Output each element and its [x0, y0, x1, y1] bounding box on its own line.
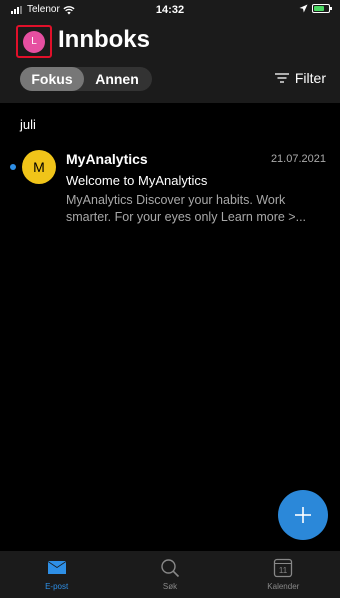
outlook-inbox-screen: Telenor 14:32 L Innboks Fokus Annen Filt… — [0, 0, 340, 598]
email-preview: MyAnalytics Discover your habits. Work s… — [66, 193, 307, 224]
sender-name: MyAnalytics — [66, 151, 148, 167]
tab-kalender[interactable]: 11 Kalender — [227, 551, 340, 598]
filter-label: Filter — [294, 70, 326, 86]
section-label-month: juli — [20, 117, 36, 132]
status-right — [299, 4, 332, 13]
tab-fokus[interactable]: Fokus — [20, 67, 84, 91]
email-date: 21.07.2021 — [270, 153, 326, 165]
inbox-segmented-control: Fokus Annen — [20, 67, 152, 91]
tab-annen[interactable]: Annen — [84, 67, 150, 91]
inbox-header: Telenor 14:32 L Innboks Fokus Annen Filt… — [0, 0, 340, 103]
bottom-tab-bar: E-post Søk 11 Kalender — [0, 551, 340, 598]
status-time: 14:32 — [155, 4, 185, 16]
tab-label-sok: Søk — [162, 582, 178, 591]
status-bar: Telenor 14:32 — [0, 0, 340, 20]
tab-label-e-post: E-post — [45, 582, 69, 591]
search-icon — [161, 559, 180, 578]
location-arrow-icon — [299, 4, 308, 13]
filter-button[interactable]: Filter — [274, 70, 326, 86]
email-subject: Welcome to MyAnalytics — [66, 173, 208, 188]
list-item[interactable]: M MyAnalytics 21.07.2021 Welcome to MyAn… — [0, 146, 340, 236]
tab-sok[interactable]: Søk — [113, 551, 226, 598]
calendar-day: 11 — [279, 566, 288, 575]
filter-icon — [274, 73, 289, 83]
plus-icon — [295, 507, 311, 523]
battery-icon — [312, 4, 332, 13]
tab-label-kalender: Kalender — [267, 582, 300, 591]
page-title: Innboks — [58, 26, 151, 53]
compose-button[interactable] — [278, 490, 328, 540]
mail-icon — [47, 561, 66, 574]
account-avatar: L — [23, 31, 45, 53]
sender-avatar: M — [22, 150, 56, 184]
account-avatar-button[interactable]: L — [16, 25, 52, 58]
calendar-icon: 11 — [274, 558, 293, 578]
unread-indicator — [10, 164, 16, 170]
tab-e-post[interactable]: E-post — [0, 551, 113, 598]
